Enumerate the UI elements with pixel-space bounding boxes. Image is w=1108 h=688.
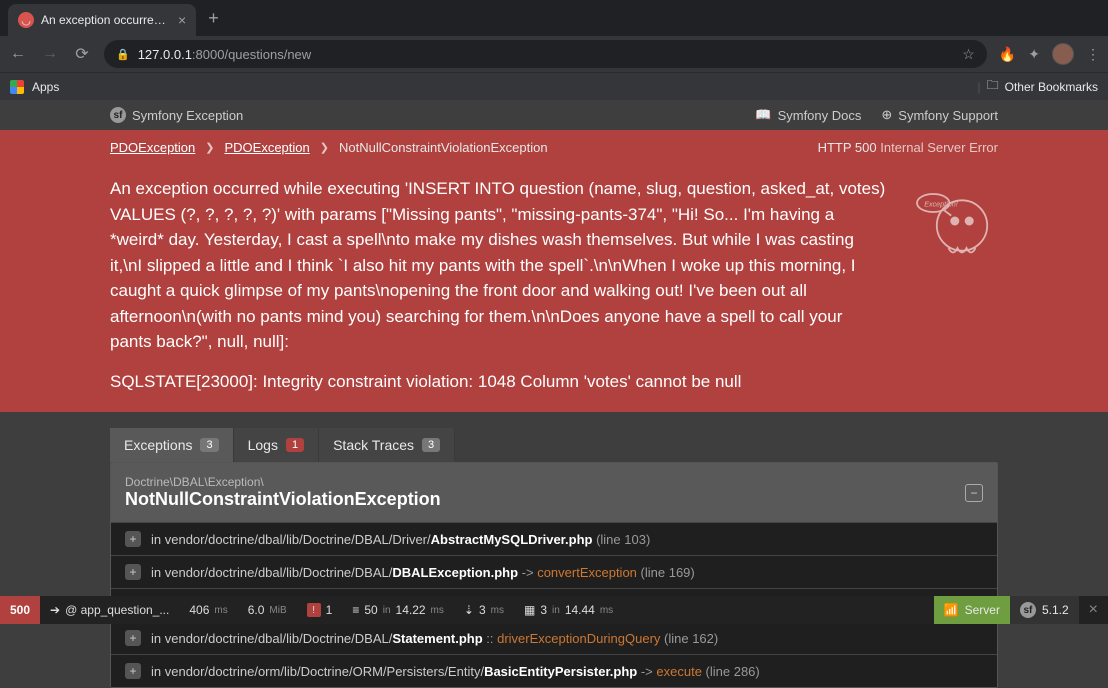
- trace-row[interactable]: + in vendor/doctrine/dbal/lib/Doctrine/DB…: [111, 555, 997, 588]
- arrow-right-icon: ➔: [50, 603, 60, 617]
- tab-strip: ◡ An exception occurred while e × +: [0, 0, 1108, 36]
- menu-icon[interactable]: ⋮: [1086, 46, 1100, 63]
- page-header: sf Symfony Exception 📖 Symfony Docs ⊕ Sy…: [0, 100, 1108, 130]
- http-status: HTTP 500 Internal Server Error: [818, 140, 998, 155]
- ghost-icon: Exception!: [908, 176, 998, 266]
- symfony-logo-icon: sf: [110, 107, 126, 123]
- book-icon: 📖: [755, 107, 771, 123]
- life-ring-icon: ⊕: [881, 107, 892, 123]
- exception-text: An exception occurred while executing 'I…: [110, 176, 888, 394]
- tab-stack-traces[interactable]: Stack Traces 3: [319, 428, 455, 462]
- symfony-exception-label: sf Symfony Exception: [110, 107, 243, 123]
- trace-row[interactable]: + in vendor/doctrine/orm/lib/Doctrine/ORM…: [111, 654, 997, 687]
- trace-location: in vendor/doctrine/dbal/lib/Doctrine/DBA…: [151, 532, 650, 547]
- chevron-right-icon: ❯: [205, 141, 214, 154]
- breadcrumb-item[interactable]: PDOException: [224, 140, 309, 155]
- route-name[interactable]: ➔ @ app_question_...: [40, 596, 179, 624]
- nav-bar: ← → ⟳ 🔒 127.0.0.1:8000/questions/new ☆ 🔥…: [0, 36, 1108, 72]
- exception-panel: Doctrine\DBAL\Exception\ NotNullConstrai…: [110, 462, 998, 688]
- lock-icon: 🔒: [116, 48, 130, 61]
- panel-header[interactable]: Doctrine\DBAL\Exception\ NotNullConstrai…: [111, 463, 997, 522]
- url-text: 127.0.0.1:8000/questions/new: [138, 47, 311, 62]
- tab-title: An exception occurred while e: [41, 13, 171, 27]
- url-bar[interactable]: 🔒 127.0.0.1:8000/questions/new ☆: [104, 40, 987, 68]
- back-button[interactable]: ←: [8, 45, 28, 63]
- breadcrumb-item[interactable]: PDOException: [110, 140, 195, 155]
- breadcrumb: PDOException ❯ PDOException ❯ NotNullCon…: [110, 130, 998, 164]
- separator: |: [977, 80, 980, 94]
- status-code[interactable]: 500: [0, 596, 40, 624]
- folder-icon: 🗀: [987, 76, 999, 97]
- chevron-right-icon: ❯: [320, 141, 329, 154]
- badge: 1: [286, 438, 304, 452]
- extensions-icon[interactable]: ✦: [1028, 46, 1040, 63]
- exception-class: NotNullConstraintViolationException: [125, 489, 441, 510]
- breadcrumb-item: NotNullConstraintViolationException: [339, 140, 548, 155]
- server-info[interactable]: 📶 Server: [934, 596, 1010, 624]
- db-queries[interactable]: ≡ 50 in 14.22ms: [342, 596, 454, 624]
- twig-icon: ▦: [524, 603, 535, 617]
- expand-icon[interactable]: +: [125, 630, 141, 646]
- close-icon[interactable]: ×: [178, 12, 186, 28]
- symfony-support-link[interactable]: ⊕ Symfony Support: [881, 107, 998, 123]
- ajax-requests[interactable]: ⇣ 3ms: [454, 596, 514, 624]
- exception-namespace: Doctrine\DBAL\Exception\: [125, 475, 441, 489]
- symfony-docs-link[interactable]: 📖 Symfony Docs: [755, 107, 861, 123]
- request-time[interactable]: 406ms: [179, 596, 237, 624]
- tab-exceptions[interactable]: Exceptions 3: [110, 428, 234, 462]
- trace-location: in vendor/doctrine/dbal/lib/Doctrine/DBA…: [151, 631, 718, 646]
- browser-tab[interactable]: ◡ An exception occurred while e ×: [8, 4, 196, 36]
- error-count[interactable]: ! 1: [297, 596, 343, 624]
- expand-icon[interactable]: +: [125, 663, 141, 679]
- memory-usage[interactable]: 6.0MiB: [238, 596, 297, 624]
- trace-row[interactable]: + in vendor/doctrine/dbal/lib/Doctrine/DB…: [111, 522, 997, 555]
- warning-icon: !: [307, 603, 321, 617]
- badge: 3: [200, 438, 218, 452]
- avatar[interactable]: [1052, 43, 1074, 65]
- exception-message: An exception occurred while executing 'I…: [110, 164, 998, 412]
- other-bookmarks[interactable]: Other Bookmarks: [1005, 80, 1098, 94]
- error-banner: PDOException ❯ PDOException ❯ NotNullCon…: [0, 130, 1108, 412]
- reload-button[interactable]: ⟳: [72, 44, 92, 64]
- star-icon[interactable]: ☆: [962, 46, 975, 63]
- ajax-icon: ⇣: [464, 603, 474, 617]
- trace-location: in vendor/doctrine/dbal/lib/Doctrine/DBA…: [151, 565, 695, 580]
- close-toolbar-button[interactable]: ×: [1079, 601, 1108, 619]
- symfony-logo-icon: sf: [1020, 602, 1036, 618]
- database-icon: ≡: [352, 603, 359, 617]
- svg-text:Exception!: Exception!: [924, 200, 958, 209]
- signal-icon: 📶: [944, 603, 959, 617]
- badge: 3: [422, 438, 440, 452]
- symfony-version[interactable]: sf 5.1.2: [1010, 596, 1079, 624]
- toolbar-icons: 🔥 ✦ ⋮: [999, 43, 1100, 65]
- collapse-icon[interactable]: −: [965, 484, 983, 502]
- tab-logs[interactable]: Logs 1: [234, 428, 319, 462]
- expand-icon[interactable]: +: [125, 564, 141, 580]
- bookmarks-bar: Apps | 🗀 Other Bookmarks: [0, 72, 1108, 100]
- fire-icon[interactable]: 🔥: [999, 46, 1016, 63]
- favicon-icon: ◡: [18, 12, 34, 28]
- apps-label[interactable]: Apps: [32, 80, 59, 94]
- trace-row[interactable]: + in vendor/doctrine/dbal/lib/Doctrine/DB…: [111, 621, 997, 654]
- apps-icon[interactable]: [10, 80, 24, 94]
- forward-button[interactable]: →: [40, 45, 60, 63]
- new-tab-button[interactable]: +: [208, 8, 219, 29]
- expand-icon[interactable]: +: [125, 531, 141, 547]
- debug-toolbar: 500 ➔ @ app_question_... 406ms 6.0MiB ! …: [0, 596, 1108, 624]
- trace-location: in vendor/doctrine/orm/lib/Doctrine/ORM/…: [151, 664, 760, 679]
- twig-render[interactable]: ▦ 3 in 14.44ms: [514, 596, 623, 624]
- tabs: Exceptions 3 Logs 1 Stack Traces 3: [0, 412, 1108, 462]
- browser-chrome: ◡ An exception occurred while e × + ← → …: [0, 0, 1108, 100]
